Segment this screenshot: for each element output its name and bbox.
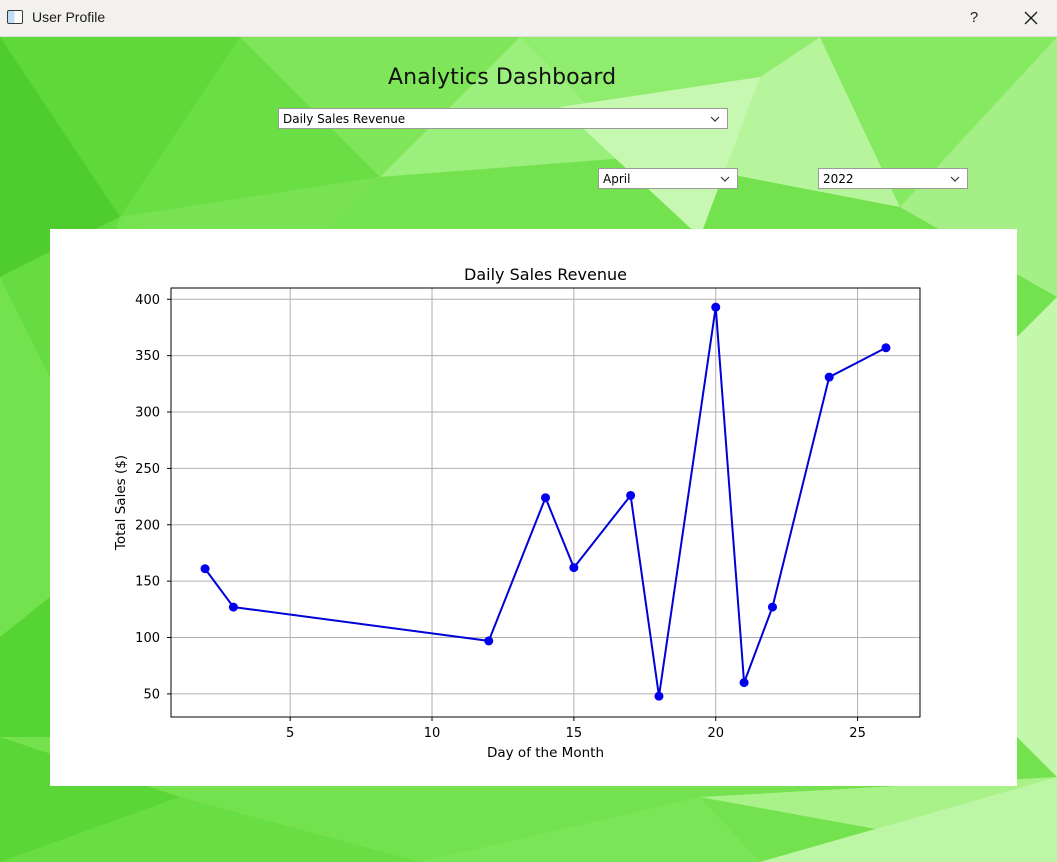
help-button[interactable]: ? [964,8,984,28]
line-chart: 5 10 15 20 25 50 100 150 200 250 300 350 400 Daily S… [113,265,921,761]
app-window-icon [7,10,23,24]
year-select-value: 2022 [823,172,854,186]
chevron-down-icon [720,176,730,182]
x-tick-label: 20 [707,726,724,741]
y-tick-label: 400 [135,293,160,308]
data-point [824,372,834,382]
y-tick-label: 300 [135,406,160,421]
x-tick-label: 5 [286,726,294,741]
y-tick-label: 250 [135,462,160,477]
close-button[interactable] [1019,6,1043,30]
chevron-down-icon [950,176,960,182]
window-title: User Profile [32,9,106,25]
data-point [711,302,721,312]
year-select[interactable]: 2022 [818,168,968,189]
y-tick-label: 100 [135,631,160,646]
data-point [654,691,664,701]
dashboard-title: Analytics Dashboard [388,65,617,90]
x-tick-label: 10 [424,726,441,741]
month-select[interactable]: April [598,168,738,189]
y-tick-label: 150 [135,575,160,590]
chart-title: Daily Sales Revenue [464,265,627,284]
chart-panel: 5 10 15 20 25 50 100 150 200 250 300 350 400 Daily S… [50,229,1017,786]
plot-area-frame [170,287,921,718]
data-point [739,678,749,688]
y-tick-label: 350 [135,349,160,364]
chevron-down-icon [710,116,720,122]
dashboard-content: Analytics Dashboard Daily Sales Revenue … [0,37,1057,862]
series-layer [200,302,891,701]
data-point [881,343,891,353]
y-tick-label: 200 [135,518,160,533]
y-axis-label: Total Sales ($) [113,455,129,551]
data-point [541,493,550,503]
month-select-value: April [603,172,631,186]
window-title-bar: User Profile ? [0,0,1057,37]
data-point [484,636,494,646]
data-point [767,602,777,612]
close-icon [1024,11,1038,25]
data-point [200,564,210,574]
data-point [569,563,579,573]
y-tick-label: 50 [143,687,160,702]
x-axis-label: Day of the Month [487,745,604,761]
metric-select[interactable]: Daily Sales Revenue [278,108,728,129]
x-tick-label: 25 [849,726,866,741]
tick-layer: 5 10 15 20 25 50 100 150 200 250 300 350 400 [135,293,866,741]
x-tick-label: 15 [566,726,583,741]
data-point [228,602,238,612]
data-point [626,490,636,500]
metric-select-value: Daily Sales Revenue [283,112,406,126]
grid-layer [171,288,920,717]
